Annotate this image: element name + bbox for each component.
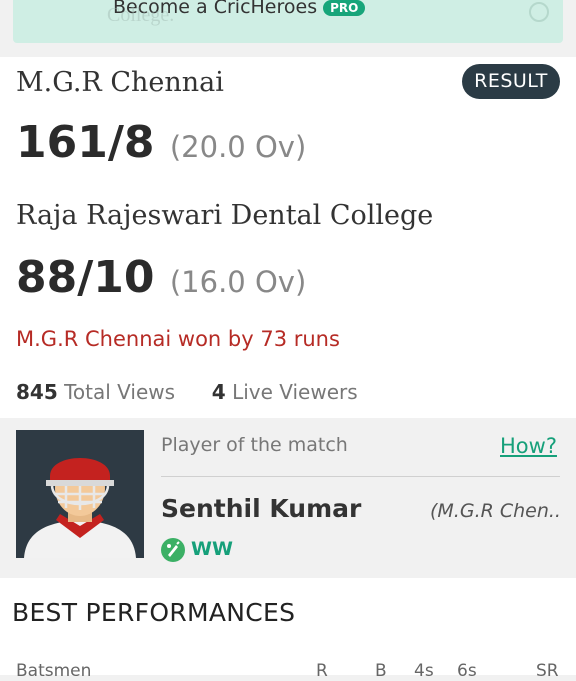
team2-score: 88/10 [16, 252, 155, 303]
team1-score: 161/8 [16, 117, 155, 168]
match-summary-card: M.G.R Chennai RESULT 161/8 (20.0 Ov) Raj… [0, 57, 576, 418]
col-balls: B [375, 661, 387, 681]
bat-ball-icon [161, 538, 185, 562]
live-viewers-count: 4 [211, 380, 226, 404]
col-sixes: 6s [457, 661, 477, 681]
total-views-label: Total Views [64, 380, 176, 404]
potm-role: WW [191, 538, 233, 560]
how-link[interactable]: How? [500, 434, 557, 458]
best-performances-title: BEST PERFORMANCES [12, 598, 296, 627]
cricketer-avatar-icon [16, 430, 144, 558]
team2-score-line: 88/10 (16.0 Ov) [16, 252, 306, 303]
player-of-the-match-section[interactable]: Player of the match How? Senthil Kumar (… [0, 418, 576, 575]
col-strike-rate: SR [536, 661, 559, 681]
potm-divider [161, 476, 560, 477]
team1-score-line: 161/8 (20.0 Ov) [16, 117, 306, 168]
potm-player-team: (M.G.R Chen.. [430, 500, 561, 522]
team1-name: M.G.R Chennai [16, 67, 224, 98]
team1-overs: (20.0 Ov) [169, 130, 307, 164]
potm-label: Player of the match [161, 434, 348, 456]
total-views-count: 845 [16, 380, 58, 404]
status-badge: RESULT [462, 64, 560, 99]
col-fours: 4s [414, 661, 434, 681]
match-result-text: M.G.R Chennai won by 73 runs [16, 327, 340, 351]
pro-promo-banner[interactable]: Become a CricHeroes PRO College. [13, 0, 563, 43]
potm-player-name: Senthil Kumar [161, 494, 362, 523]
player-avatar [16, 430, 144, 558]
promo-close-icon[interactable] [529, 2, 549, 22]
best-performances-section: BEST PERFORMANCES Batsmen R B 4s 6s SR [0, 578, 576, 681]
view-stats: 845 Total Views 4 Live Viewers [16, 380, 358, 404]
pro-badge: PRO [323, 0, 366, 16]
col-runs: R [316, 661, 328, 681]
col-batsmen: Batsmen [16, 661, 92, 681]
live-viewers-label: Live Viewers [232, 380, 358, 404]
team2-name: Raja Rajeswari Dental College [16, 200, 434, 231]
promo-ghost-text: College. [107, 4, 175, 26]
team2-overs: (16.0 Ov) [169, 265, 307, 299]
